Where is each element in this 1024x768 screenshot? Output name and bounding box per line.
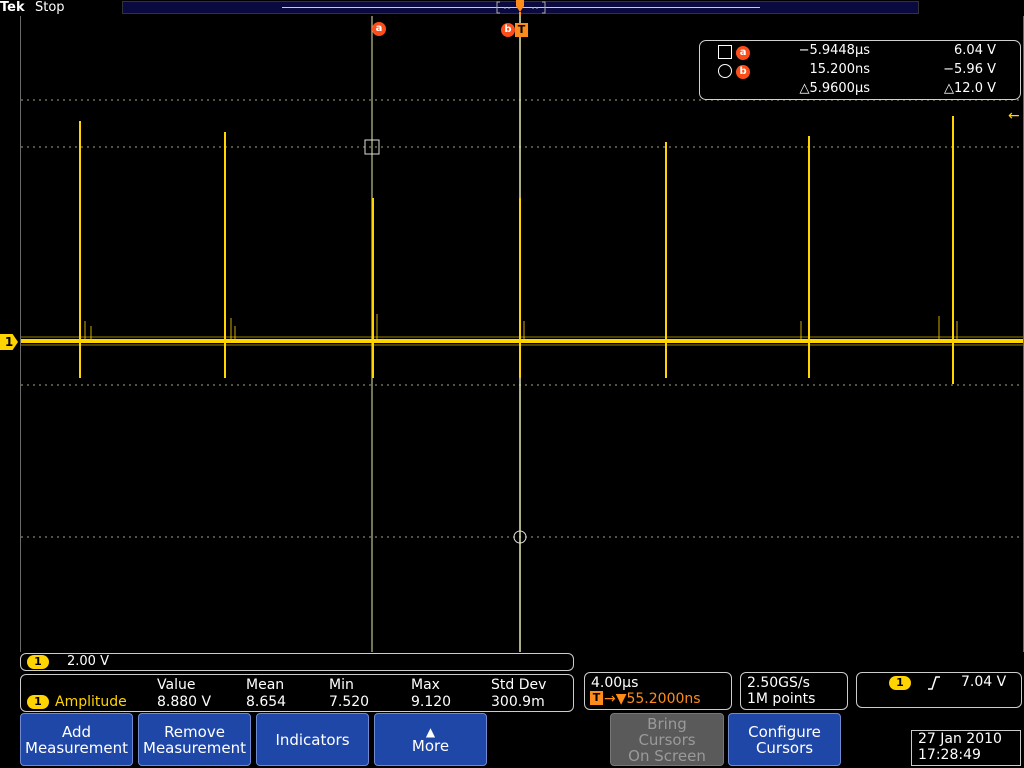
more-button-label: More <box>411 736 450 755</box>
remove-measurement-button[interactable]: Remove Measurement <box>138 713 251 766</box>
cursor-a-label[interactable]: a <box>372 22 386 36</box>
channel-1-trace <box>21 336 1023 346</box>
meas-value: 8.880 V <box>157 694 212 710</box>
configure-cursors-button[interactable]: Configure Cursors <box>728 713 841 766</box>
meas-header-stddev: Std Dev <box>491 677 547 693</box>
cursor-b-time: 15.200ns <box>809 62 871 77</box>
trigger-delay: →▼55.2000ns <box>604 691 701 707</box>
horizontal-timebase-readout[interactable]: 4.00µs T →▼55.2000ns <box>584 672 732 710</box>
measurement-name: Amplitude <box>55 694 127 710</box>
trigger-point-label: T <box>515 23 528 37</box>
waveform-graticule[interactable] <box>20 16 1024 652</box>
cursor-delta-value: △12.0 V <box>944 81 996 96</box>
chevron-up-icon: ▲ <box>425 724 436 739</box>
top-status-bar: Tek Stop <box>0 0 1024 22</box>
sample-rate: 2.50GS/s <box>747 675 810 691</box>
meas-mean: 8.654 <box>246 694 287 710</box>
acquisition-readout[interactable]: 2.50GS/s 1M points <box>740 672 848 710</box>
channel-1-scale-readout[interactable]: 1 2.00 V <box>20 653 574 671</box>
meas-max: 9.120 <box>411 694 452 710</box>
horizontal-scale: 4.00µs <box>591 675 639 691</box>
pulse-spikes <box>79 116 954 384</box>
measurement-panel[interactable]: 1 Amplitude Value Mean Min Max Std Dev 8… <box>20 674 574 712</box>
channel-1-ground-marker[interactable]: 1 <box>0 334 18 350</box>
time: 17:28:49 <box>918 747 981 763</box>
meas-stddev: 300.9m <box>491 694 545 710</box>
date: 27 Jan 2010 <box>918 731 1002 747</box>
meas-header-value: Value <box>157 677 196 693</box>
trigger-readout[interactable]: 1 7.04 V <box>856 672 1022 708</box>
trigger-delay-icon: T <box>590 691 603 705</box>
date-time-display: 27 Jan 2010 17:28:49 <box>911 730 1021 766</box>
channel-1-scale: 2.00 V <box>67 654 109 669</box>
waveform-display <box>21 16 1023 652</box>
trigger-source-badge: 1 <box>889 676 911 690</box>
add-measurement-button[interactable]: Add Measurement <box>20 713 133 766</box>
trigger-level-arrow-icon[interactable]: ← <box>1008 108 1020 124</box>
cursor-a-row-icon: a <box>718 44 751 60</box>
meas-header-max: Max <box>411 677 440 693</box>
more-button[interactable]: ▲ More <box>374 713 487 766</box>
indicators-button[interactable]: Indicators <box>256 713 369 766</box>
meas-header-min: Min <box>329 677 354 693</box>
cursor-readout[interactable]: a −5.9448µs 6.04 V b 15.200ns −5.96 V △5… <box>699 40 1021 100</box>
brand-logo: Tek <box>0 0 25 15</box>
cursor-b-row-icon: b <box>718 63 751 79</box>
meas-min: 7.520 <box>329 694 370 710</box>
acquisition-state: Stop <box>35 0 65 15</box>
record-length: 1M points <box>747 691 816 707</box>
rising-edge-icon <box>928 676 940 690</box>
cursor-b-value: −5.96 V <box>943 62 996 77</box>
cursor-b-label[interactable]: b <box>501 23 515 37</box>
bring-cursors-on-screen-button[interactable]: Bring Cursors On Screen <box>610 713 724 766</box>
cursor-delta-time: △5.9600µs <box>799 81 870 96</box>
trigger-level: 7.04 V <box>961 674 1007 690</box>
meas-header-mean: Mean <box>246 677 285 693</box>
measurement-source-badge: 1 <box>27 695 49 709</box>
cursor-a-time: −5.9448µs <box>798 43 870 58</box>
cursor-a-value: 6.04 V <box>954 43 996 58</box>
channel-1-badge: 1 <box>27 655 49 669</box>
